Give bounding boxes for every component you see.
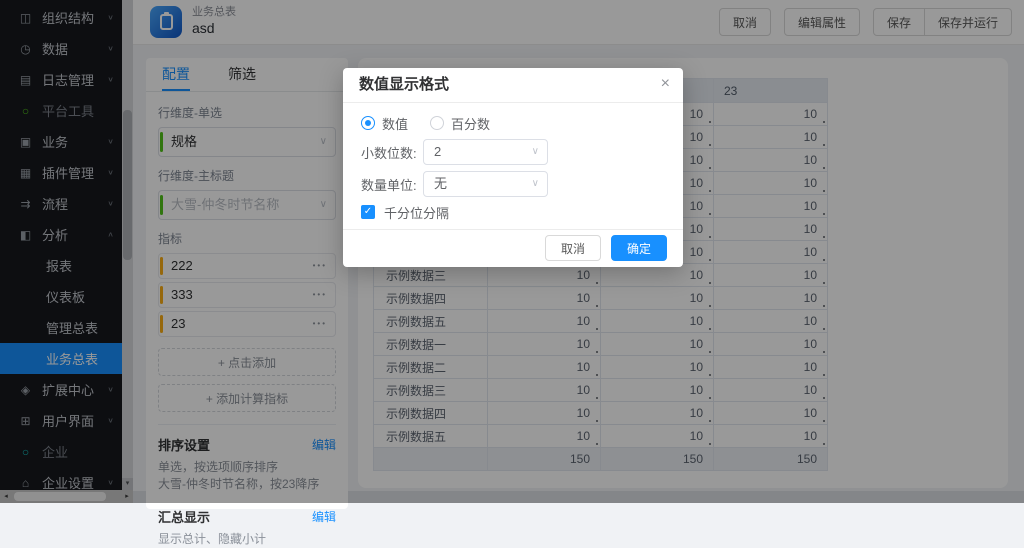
decimal-places-label: 小数位数:	[361, 143, 423, 162]
number-format-modal: 数值显示格式 × 数值 百分数 小数位数: 2 ∨ 数量单位: 无 ∨ ✓ 千分…	[343, 68, 683, 267]
summary-display-section: 汇总显示 编辑 显示总计、隐藏小计	[158, 507, 336, 548]
decimal-places-select[interactable]: 2 ∨	[423, 139, 548, 165]
modal-title: 数值显示格式	[359, 76, 667, 94]
summary-display-edit-link[interactable]: 编辑	[312, 508, 336, 525]
decimal-places-value: 2	[434, 144, 441, 159]
summary-display-line: 显示总计、隐藏小计	[158, 531, 336, 548]
thousands-separator-checkbox[interactable]: ✓	[361, 205, 375, 219]
radio-numeric-label[interactable]: 数值	[382, 114, 408, 133]
unit-label: 数量单位:	[361, 175, 423, 194]
chevron-down-icon: ∨	[532, 140, 539, 164]
radio-numeric[interactable]	[361, 116, 375, 130]
unit-value: 无	[434, 176, 447, 191]
modal-ok-button[interactable]: 确定	[611, 235, 667, 261]
format-type-radio-group: 数值 百分数	[361, 113, 665, 133]
modal-cancel-button[interactable]: 取消	[545, 235, 601, 261]
close-icon[interactable]: ×	[661, 75, 670, 93]
radio-percentage[interactable]	[430, 116, 444, 130]
radio-percentage-label[interactable]: 百分数	[451, 114, 490, 133]
summary-display-title: 汇总显示	[158, 507, 210, 526]
chevron-down-icon: ∨	[532, 172, 539, 196]
thousands-separator-label: 千分位分隔	[384, 203, 449, 222]
unit-select[interactable]: 无 ∨	[423, 171, 548, 197]
